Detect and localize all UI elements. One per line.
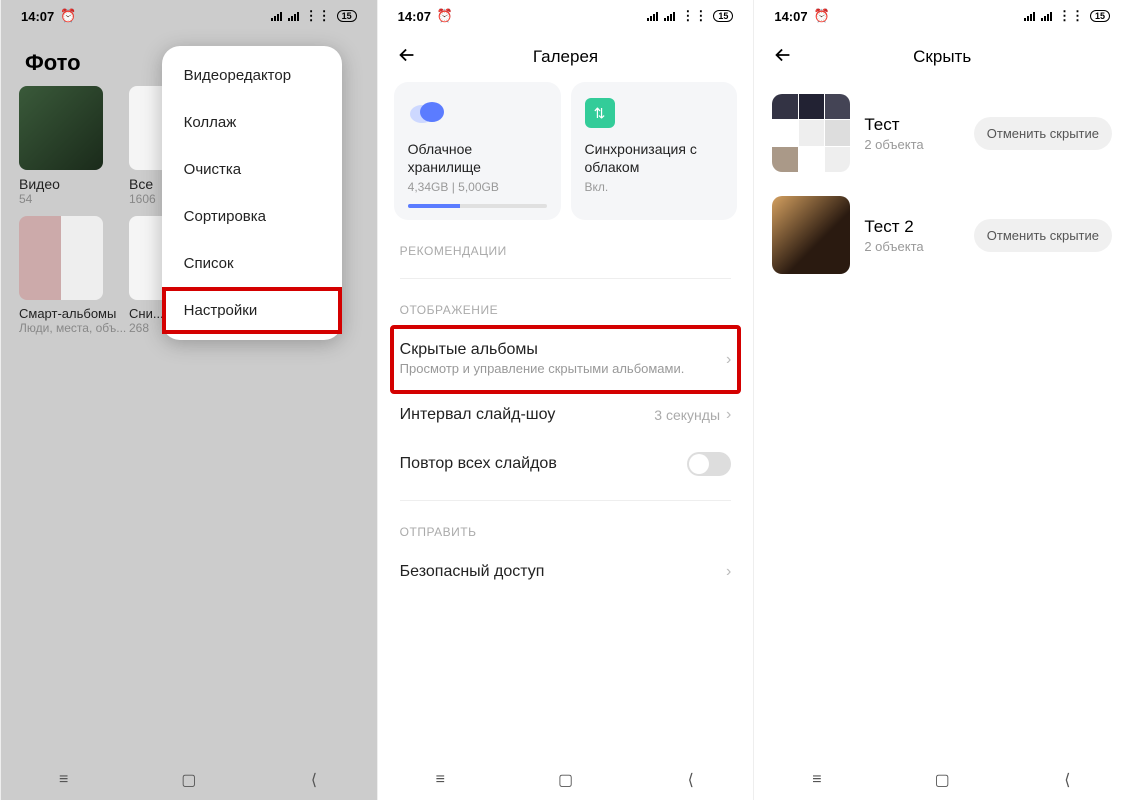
repeat-slides-row[interactable]: Повтор всех слайдов <box>378 438 754 490</box>
nav-back[interactable]: ⟨ <box>676 770 706 790</box>
sync-icon: ⇅ <box>585 98 615 128</box>
nav-home[interactable]: ▢ <box>551 770 581 790</box>
nav-back[interactable]: ⟨ <box>299 770 329 790</box>
menu-video-editor[interactable]: Видеоредактор <box>162 52 342 99</box>
nav-back[interactable]: ⟨ <box>1052 770 1082 790</box>
cloud-sync-card[interactable]: ⇅ Синхронизация с облаком Вкл. <box>571 82 738 220</box>
nav-bar: ≡ ▢ ⟨ <box>378 760 754 800</box>
album-count: Люди, места, объ... <box>19 321 129 335</box>
screen-hidden-albums: 14:07 ⏰ ⋮⋮ 15 Скрыть Тест 2 объекта Отмен… <box>753 0 1130 800</box>
status-bar: 14:07 ⏰ ⋮⋮ 15 <box>754 0 1130 32</box>
toggle-switch[interactable] <box>687 452 731 476</box>
nav-recent[interactable]: ≡ <box>425 770 455 790</box>
back-button[interactable] <box>772 44 802 71</box>
nav-home[interactable]: ▢ <box>927 770 957 790</box>
signal-icon <box>664 11 675 21</box>
album-name: Видео <box>19 176 129 192</box>
album-thumb[interactable] <box>772 196 850 274</box>
album-thumb <box>19 216 103 300</box>
alarm-icon: ⏰ <box>437 8 453 24</box>
clock: 14:07 <box>398 9 431 24</box>
card-subtitle: 4,34GB | 5,00GB <box>408 180 547 194</box>
hidden-album-row: Тест 2 2 объекта Отменить скрытие <box>754 184 1130 286</box>
battery-icon: 15 <box>337 10 357 22</box>
nav-bar: ≡ ▢ ⟨ <box>1 760 377 800</box>
nav-home[interactable]: ▢ <box>174 770 204 790</box>
menu-sort[interactable]: Сортировка <box>162 193 342 240</box>
section-header: ОТПРАВИТЬ <box>378 501 754 549</box>
signal-icon <box>288 11 299 21</box>
chevron-right-icon: › <box>726 406 731 424</box>
clock: 14:07 <box>774 9 807 24</box>
wifi-icon: ⋮⋮ <box>1058 8 1084 24</box>
album-count: 2 объекта <box>864 239 959 254</box>
nav-recent[interactable]: ≡ <box>802 770 832 790</box>
nav-recent[interactable]: ≡ <box>49 770 79 790</box>
section-header: РЕКОМЕНДАЦИИ <box>378 220 754 268</box>
album-name: Тест <box>864 115 959 135</box>
alarm-icon: ⏰ <box>60 8 76 24</box>
battery-icon: 15 <box>713 10 733 22</box>
signal-icon <box>1024 11 1035 21</box>
card-title: Облачное хранилище <box>408 140 547 176</box>
back-button[interactable] <box>396 44 426 71</box>
status-bar: 14:07 ⏰ ⋮⋮ 15 <box>378 0 754 32</box>
card-subtitle: Вкл. <box>585 180 724 194</box>
secure-access-row[interactable]: Безопасный доступ › <box>378 549 754 595</box>
nav-bar: ≡ ▢ ⟨ <box>754 760 1130 800</box>
top-bar: Скрыть <box>754 32 1130 82</box>
album-name: Смарт-альбомы <box>19 306 129 321</box>
storage-bar <box>408 204 547 208</box>
screen-gallery-settings: 14:07 ⏰ ⋮⋮ 15 Галерея Облачное хранилище … <box>377 0 754 800</box>
hidden-album-row: Тест 2 объекта Отменить скрытие <box>754 82 1130 184</box>
unhide-button[interactable]: Отменить скрытие <box>974 219 1112 252</box>
screen-gallery-albums: 14:07⏰ ⋮⋮ 15 Фото Видео 54 Все 1606 <box>0 0 377 800</box>
album-item[interactable]: Смарт-альбомы Люди, места, объ... <box>19 216 129 335</box>
menu-list[interactable]: Список <box>162 240 342 287</box>
row-title: Скрытые альбомы <box>400 341 726 359</box>
album-count: 54 <box>19 192 129 206</box>
top-bar: Галерея <box>378 32 754 82</box>
battery-icon: 15 <box>1090 10 1110 22</box>
row-value: 3 секунды <box>654 407 720 423</box>
menu-cleanup[interactable]: Очистка <box>162 146 342 193</box>
page-title: Скрыть <box>802 47 1082 67</box>
context-menu: Видеоредактор Коллаж Очистка Сортировка … <box>162 46 342 340</box>
menu-settings[interactable]: Настройки <box>162 287 342 334</box>
wifi-icon: ⋮⋮ <box>305 8 331 24</box>
album-name: Тест 2 <box>864 217 959 237</box>
alarm-icon: ⏰ <box>814 8 830 24</box>
wifi-icon: ⋮⋮ <box>681 8 707 24</box>
signal-icon <box>1041 11 1052 21</box>
slideshow-interval-row[interactable]: Интервал слайд-шоу 3 секунды › <box>378 392 754 438</box>
row-title: Безопасный доступ <box>400 563 726 581</box>
card-title: Синхронизация с облаком <box>585 140 724 176</box>
row-title: Повтор всех слайдов <box>400 455 688 473</box>
cloud-storage-card[interactable]: Облачное хранилище 4,34GB | 5,00GB <box>394 82 561 220</box>
row-title: Интервал слайд-шоу <box>400 406 655 424</box>
highlight-box: Скрытые альбомы Просмотр и управление ск… <box>392 327 740 392</box>
page-title: Галерея <box>426 47 706 67</box>
cloud-cards: Облачное хранилище 4,34GB | 5,00GB ⇅ Син… <box>378 82 754 220</box>
clock: 14:07 <box>21 9 54 24</box>
unhide-button[interactable]: Отменить скрытие <box>974 117 1112 150</box>
album-count: 2 объекта <box>864 137 959 152</box>
cloud-icon <box>408 98 446 128</box>
menu-collage[interactable]: Коллаж <box>162 99 342 146</box>
section-header: ОТОБРАЖЕНИЕ <box>378 279 754 327</box>
row-subtitle: Просмотр и управление скрытыми альбомами… <box>400 361 726 378</box>
chevron-right-icon: › <box>726 563 731 581</box>
hidden-albums-row[interactable]: Скрытые альбомы Просмотр и управление ск… <box>392 327 740 392</box>
album-thumb[interactable] <box>772 94 850 172</box>
album-thumb <box>19 86 103 170</box>
signal-icon <box>271 11 282 21</box>
chevron-right-icon: › <box>726 351 731 369</box>
album-item[interactable]: Видео 54 <box>19 86 129 206</box>
status-bar: 14:07 ⏰ ⋮⋮ 15 <box>1 0 377 32</box>
signal-icon <box>647 11 658 21</box>
